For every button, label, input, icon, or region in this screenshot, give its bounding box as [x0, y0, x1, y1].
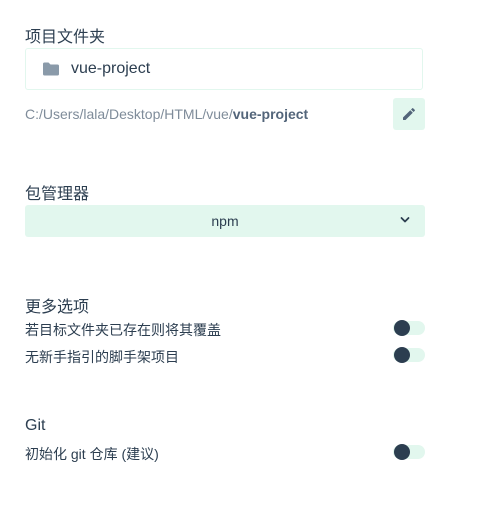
package-manager-title: 包管理器 — [25, 186, 90, 203]
folder-icon — [42, 62, 60, 76]
project-path: C:/Users/lala/Desktop/HTML/vue/vue-proje… — [25, 106, 308, 122]
edit-path-button[interactable] — [393, 98, 425, 130]
folder-name-field[interactable]: vue-project — [25, 48, 423, 90]
git-init-label: 初始化 git 仓库 (建议) — [25, 446, 159, 462]
git-title: Git — [25, 417, 46, 434]
overwrite-option-label: 若目标文件夹已存在则将其覆盖 — [25, 322, 221, 338]
toggle-knob — [394, 444, 410, 460]
no-guide-option-label: 无新手指引的脚手架项目 — [25, 349, 179, 365]
package-manager-value: npm — [211, 213, 239, 229]
pencil-icon — [402, 107, 416, 121]
no-guide-toggle[interactable] — [393, 347, 425, 363]
overwrite-toggle[interactable] — [393, 320, 425, 336]
project-folder-title: 项目文件夹 — [25, 29, 106, 46]
chevron-down-icon — [399, 214, 411, 226]
toggle-knob — [394, 347, 410, 363]
toggle-knob — [394, 320, 410, 336]
package-manager-select[interactable]: npm — [25, 205, 425, 237]
more-options-title: 更多选项 — [25, 299, 90, 316]
path-folder: vue-project — [232, 106, 309, 122]
folder-name-text: vue-project — [71, 60, 151, 77]
path-prefix: C:/Users/lala/Desktop/HTML/vue/ — [25, 106, 233, 122]
git-init-toggle[interactable] — [393, 444, 425, 460]
